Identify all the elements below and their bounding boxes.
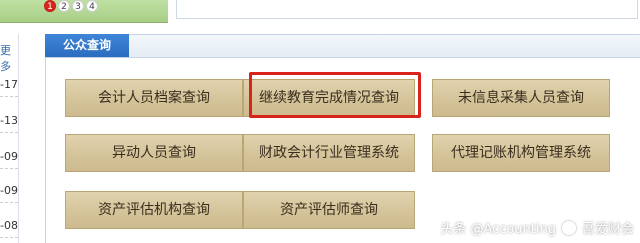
watermark-text-2: 吾爱财会 [581,222,634,237]
watermark: 头条 @Accounting 吾爱财会 [440,218,634,237]
news-date: -08 [0,219,18,232]
news-divider [0,168,18,169]
news-date: -17 [0,78,18,91]
banner-pager: 1 2 3 4 [44,0,98,12]
watermark-text: 头条 @Accounting [440,222,556,237]
news-date: -13 [0,114,18,127]
news-divider [0,237,18,238]
pager-dot-2[interactable]: 2 [58,0,70,12]
watermark-logo-icon [561,220,576,235]
bookkeeping-agency-system-button[interactable]: 代理记账机构管理系统 [432,134,610,172]
news-divider [0,96,18,97]
accountant-archive-query-button[interactable]: 会计人员档案查询 [65,79,243,117]
tab-public-query[interactable]: 公众查询 [45,34,129,57]
highlight-box [249,72,421,118]
banner-strip: 1 2 3 4 [0,0,168,23]
pager-dot-3[interactable]: 3 [72,0,84,12]
top-right-panel [176,0,638,19]
news-divider [0,132,18,133]
personnel-change-query-button[interactable]: 异动人员查询 [65,134,243,172]
pager-dot-4[interactable]: 4 [86,0,98,12]
asset-appraisal-agency-query-button[interactable]: 资产评估机构查询 [65,191,243,229]
panel-header: 公众查询 [45,34,640,58]
news-more-link[interactable]: 更多 [0,42,18,74]
accounting-industry-system-button[interactable]: 财政会计行业管理系统 [243,134,415,172]
news-list: 更多 -17 -13 -09 -09 -08 [0,34,19,243]
uncollected-personnel-query-button[interactable]: 未信息采集人员查询 [432,79,610,117]
pager-dot-1[interactable]: 1 [44,0,56,12]
asset-appraiser-query-button[interactable]: 资产评估师查询 [243,191,415,229]
news-divider [0,202,18,203]
news-date: -09 [0,150,18,163]
news-date: -09 [0,184,18,197]
